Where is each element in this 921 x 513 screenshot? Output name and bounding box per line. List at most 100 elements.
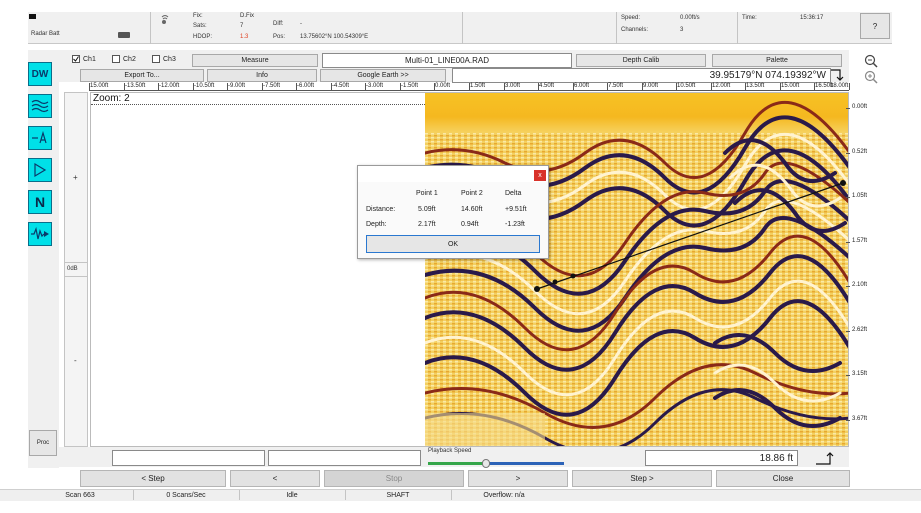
gps-icon <box>160 14 170 26</box>
hdop-value: 1.3 <box>240 34 249 40</box>
radar-batt-label: Radar Batt <box>31 31 60 37</box>
play-tool-button[interactable] <box>28 158 52 182</box>
dialog-titlebar <box>358 166 548 182</box>
ch1-checkbox[interactable]: Ch1 <box>72 55 96 63</box>
north-tool-button[interactable]: N <box>28 190 52 214</box>
close-button[interactable]: Close <box>716 470 850 487</box>
col-point2-header: Point 2 <box>461 190 483 197</box>
zoom-out-icon[interactable] <box>864 70 878 86</box>
slider-thumb[interactable] <box>482 459 490 468</box>
info-button[interactable]: Info <box>207 69 317 82</box>
ruler-label: 6.00ft <box>574 83 590 89</box>
ch3-check-box <box>152 55 160 63</box>
stop-button[interactable]: Stop <box>324 470 464 487</box>
col-point1-header: Point 1 <box>416 190 438 197</box>
bottom-field-1 <box>112 450 265 466</box>
distance-delta: +9.51ft <box>505 206 527 213</box>
depth-label: 0.00ft <box>852 104 868 110</box>
ruler-label: 15.00ft <box>781 83 800 89</box>
back-button[interactable]: < <box>230 470 320 487</box>
app-icon <box>29 14 36 19</box>
step-back-button[interactable]: < Step <box>80 470 226 487</box>
col-delta-header: Delta <box>505 190 522 197</box>
proc-button[interactable]: Proc <box>29 430 57 456</box>
ch2-checkbox[interactable]: Ch2 <box>112 55 136 63</box>
channels-value: 3 <box>680 27 684 33</box>
speed-label: Speed: <box>621 15 641 21</box>
play-icon <box>34 162 47 178</box>
export-button[interactable]: Export To... <box>80 69 204 82</box>
ruler-label: 3.00ft <box>505 83 521 89</box>
top-dotted-line <box>91 104 425 105</box>
depth-calib-button[interactable]: Depth Calib <box>576 54 706 67</box>
ruler-label: 15.00ft <box>90 83 109 89</box>
arrow-up-icon[interactable] <box>815 450 837 468</box>
measure-button[interactable]: Measure <box>192 54 318 67</box>
ruler-label: -4.50ft <box>332 83 350 89</box>
depth-label: 2.62ft <box>852 327 868 333</box>
gain-zero-label: 0dB <box>67 266 78 272</box>
measure-point-mid-a <box>552 279 558 285</box>
depth-label: 3.15ft <box>852 371 868 377</box>
north-label: N <box>34 194 46 210</box>
distance-readout: 18.86 ft <box>645 450 798 466</box>
zoom-label: Zoom: 2 <box>93 93 130 104</box>
sats-label: Sats: <box>193 23 207 29</box>
measure-point-1[interactable] <box>534 286 540 292</box>
measure-point-mid-b <box>570 273 576 279</box>
status-separator <box>345 490 346 500</box>
filename-field: Multi-01_LINE00A.RAD <box>322 53 572 68</box>
diff-label: Diff: <box>273 21 284 27</box>
google-earth-button[interactable]: Google Earth >> <box>320 69 446 82</box>
depth-label: Depth: <box>366 221 387 228</box>
arrow-down-icon[interactable] <box>830 68 844 84</box>
header-separator <box>150 12 151 44</box>
gain-minus-label: - <box>74 356 77 365</box>
header-separator <box>616 12 617 44</box>
status-separator <box>451 490 452 500</box>
gain-tool-button[interactable] <box>28 126 52 150</box>
dialog-close-button[interactable]: x <box>534 170 546 181</box>
ruler-label: 12.00ft <box>712 83 731 89</box>
status-separator <box>133 490 134 500</box>
radargram-area[interactable]: Zoom: 2 <box>90 92 849 447</box>
status-overflow: Overflow: n/a <box>483 491 525 499</box>
measure-point-2[interactable] <box>840 180 846 186</box>
wave-icon <box>31 99 49 113</box>
ruler-label: -10.50ft <box>194 83 215 89</box>
fix-label: Fix: <box>193 13 203 19</box>
distance-ruler: 15.00ft -13.50ft -12.00ft -10.50ft -9.00ft -7… <box>89 83 850 91</box>
step-forward-button[interactable]: Step > <box>572 470 712 487</box>
speed-value: 0.00ft/s <box>680 15 700 21</box>
depth-label: 3.67ft <box>852 416 868 422</box>
playback-speed-slider[interactable] <box>428 459 564 468</box>
ruler-label: 13.50ft <box>746 83 765 89</box>
status-scans-per-sec: 0 Scans/Sec <box>166 491 206 499</box>
gain-plus-label: + <box>73 173 78 182</box>
depth-label: 2.10ft <box>852 282 868 288</box>
status-mode: SHAFT <box>386 491 410 499</box>
pos-label: Pos: <box>273 34 286 40</box>
header-separator <box>462 12 463 44</box>
time-label: Time: <box>742 15 757 21</box>
forward-button[interactable]: > <box>468 470 568 487</box>
palette-button[interactable]: Palette <box>712 54 842 67</box>
ruler-label: 4.50ft <box>539 83 555 89</box>
status-state: Idle <box>286 491 298 499</box>
signal-tool-button[interactable] <box>28 222 52 246</box>
ch3-checkbox[interactable]: Ch3 <box>152 55 176 63</box>
wave-filter-tool-button[interactable] <box>28 94 52 118</box>
distance-label: Distance: <box>366 206 396 213</box>
help-button[interactable]: ? <box>860 13 890 39</box>
ruler-label: 10.50ft <box>677 83 696 89</box>
ruler-label: 18.00ft <box>830 83 849 89</box>
ruler-label: 0.00ft <box>435 83 451 89</box>
distance-point2: 14.60ft <box>461 206 483 213</box>
ruler-label: 7.50ft <box>608 83 624 89</box>
dialog-ok-button[interactable]: OK <box>366 235 540 253</box>
depth-point1: 2.17ft <box>418 221 436 228</box>
depth-point2: 0.94ft <box>461 221 479 228</box>
ruler-label: -1.50ft <box>401 83 419 89</box>
zoom-in-icon[interactable] <box>864 54 878 70</box>
dw-tool-button[interactable]: DW <box>28 62 52 86</box>
